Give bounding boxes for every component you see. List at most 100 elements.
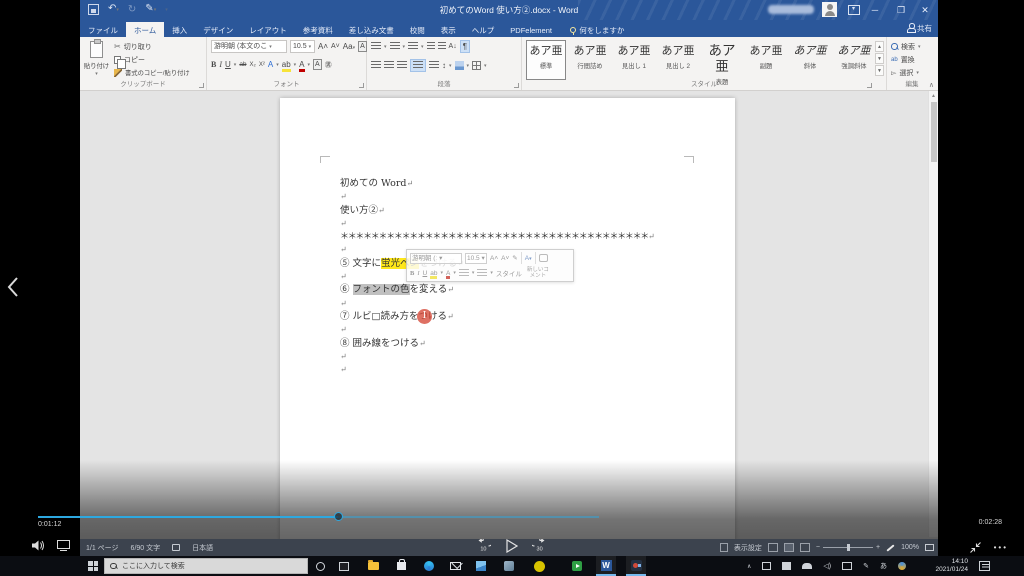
mini-numbering-icon[interactable]: [477, 268, 488, 278]
mini-new-comment-button[interactable]: 新しいコメント: [525, 267, 551, 279]
tray-onedrive-icon[interactable]: [802, 563, 813, 569]
rewind-10-icon[interactable]: 10: [476, 539, 491, 553]
borders-icon[interactable]: [472, 61, 482, 70]
start-button[interactable]: [84, 556, 102, 576]
align-left-icon[interactable]: [371, 61, 381, 70]
italic-icon[interactable]: I: [219, 60, 222, 69]
align-center-icon[interactable]: [384, 61, 394, 70]
restore-button[interactable]: ❐: [888, 0, 914, 20]
user-avatar[interactable]: [822, 2, 837, 17]
tray-ime-indicator[interactable]: あ: [880, 561, 887, 571]
font-name-select[interactable]: 游明朝 (本文のこ ▾: [211, 40, 287, 53]
align-right-icon[interactable]: [397, 61, 407, 70]
proofing-icon[interactable]: [172, 544, 181, 551]
mini-underline-icon[interactable]: U: [423, 270, 428, 277]
annotation-pencil-icon[interactable]: [886, 543, 895, 552]
font-size-select[interactable]: 10.5 ▾: [290, 40, 315, 53]
style-見出し 2[interactable]: あア亜 見出し 2: [658, 40, 698, 80]
line-spacing-icon[interactable]: ↕: [442, 61, 446, 70]
photos-button[interactable]: [472, 556, 490, 576]
tray-display-icon[interactable]: [842, 562, 853, 570]
scrollbar-thumb[interactable]: [930, 102, 937, 162]
numbering-icon[interactable]: [389, 42, 400, 51]
read-mode-icon[interactable]: [767, 543, 778, 552]
document-scrollbar[interactable]: ▲: [928, 91, 938, 537]
mini-highlight-icon[interactable]: ab: [430, 270, 438, 279]
font-color-icon[interactable]: A: [299, 60, 305, 72]
mini-font-name-select[interactable]: 游明朝 (ː ▾: [410, 252, 462, 264]
zoom-fit-icon[interactable]: [925, 544, 934, 551]
cut-button[interactable]: ✂ 切り取り: [114, 40, 152, 53]
justify-icon[interactable]: [410, 59, 426, 72]
close-button[interactable]: ✕: [912, 0, 938, 20]
cortana-button[interactable]: [312, 556, 328, 576]
document-page[interactable]: 初めての Word↵ ↵ 使い方②↵ ↵ ＊＊＊＊＊＊＊＊＊＊＊＊＊＊＊＊＊＊＊＊＊＊＊…: [280, 98, 735, 556]
back-chevron-icon[interactable]: [4, 276, 22, 298]
language-indicator[interactable]: 日本語: [192, 543, 213, 553]
style-強調斜体[interactable]: あア亜 強調斜体: [834, 40, 874, 80]
taskbar-search-input[interactable]: ここに入力して検索: [104, 558, 308, 574]
seek-handle[interactable]: [334, 511, 344, 521]
mini-font-size-select[interactable]: 10.5 ▾: [465, 252, 487, 264]
word-taskbar-button[interactable]: W: [596, 556, 616, 576]
video-frame[interactable]: ↶▾ ↻ ✎▾ ▾ 初めてのWord 使い方②.docx - Word ─ ❐ …: [80, 0, 938, 556]
grow-font-icon[interactable]: A˄: [318, 42, 328, 51]
mail-button[interactable]: [446, 556, 464, 576]
find-button[interactable]: 検索 ▾: [891, 40, 921, 53]
shading-icon[interactable]: [454, 61, 464, 70]
mini-styles-button[interactable]: スタイル: [496, 268, 522, 278]
multilevel-list-icon[interactable]: [408, 42, 419, 51]
paragraph-dialog-launcher[interactable]: [514, 83, 519, 88]
recorder-taskbar-button[interactable]: [626, 556, 646, 576]
mini-text-effects-icon[interactable]: A▾: [525, 255, 532, 262]
page-indicator[interactable]: 1/1 ページ: [86, 543, 119, 553]
styles-gallery-more-icon[interactable]: ▼: [875, 65, 884, 76]
style-標準[interactable]: あア亜 標準: [526, 40, 566, 80]
tray-volume-icon[interactable]: ◁): [823, 562, 831, 570]
tell-me-box[interactable]: 何をしますか: [570, 25, 624, 36]
web-layout-icon[interactable]: [799, 543, 810, 552]
mini-font-color-icon[interactable]: A: [445, 270, 451, 279]
store-button[interactable]: [392, 556, 410, 576]
decrease-indent-icon[interactable]: [426, 42, 435, 51]
mini-bold-icon[interactable]: B: [410, 270, 414, 277]
underline-icon[interactable]: U: [225, 60, 231, 69]
style-副題[interactable]: あア亜 副題: [746, 40, 786, 80]
mini-italic-icon[interactable]: I: [417, 270, 419, 277]
enclose-characters-icon[interactable]: ㊚: [325, 60, 332, 70]
shrink-icon[interactable]: [969, 541, 982, 554]
change-case-icon[interactable]: Aa▾: [343, 42, 355, 51]
bullets-icon[interactable]: [371, 42, 381, 51]
shrink-font-icon[interactable]: A˅: [331, 43, 340, 50]
style-斜体[interactable]: あア亜 斜体: [790, 40, 830, 80]
mini-shrink-font-icon[interactable]: A˅: [501, 255, 509, 262]
increase-indent-icon[interactable]: [437, 42, 446, 51]
share-button[interactable]: 共有: [907, 20, 932, 37]
replace-button[interactable]: ab 置換: [891, 53, 915, 66]
styles-gallery-scroll[interactable]: ▲ ▼ ▼: [875, 41, 884, 77]
styles-scroll-down-icon[interactable]: ▼: [875, 53, 884, 64]
tray-color-icon[interactable]: [898, 562, 906, 570]
highlight-color-icon[interactable]: ab: [281, 60, 291, 72]
character-border-icon[interactable]: A: [358, 41, 367, 52]
mini-grow-font-icon[interactable]: A˄: [490, 255, 498, 262]
text-effects-icon[interactable]: A: [268, 60, 273, 69]
action-center-icon[interactable]: [979, 561, 990, 571]
tray-pen-icon[interactable]: ✎: [863, 562, 869, 570]
mini-format-painter-icon[interactable]: ✎: [512, 254, 517, 262]
zoom-slider[interactable]: − +: [816, 544, 880, 551]
tray-device-icon[interactable]: [762, 562, 772, 570]
styles-dialog-launcher[interactable]: [867, 83, 872, 88]
volume-icon[interactable]: [32, 540, 45, 551]
print-layout-icon[interactable]: [783, 543, 794, 552]
copy-button[interactable]: コピー: [114, 53, 145, 69]
app-yellow-button[interactable]: [530, 556, 548, 576]
sort-icon[interactable]: A↓: [449, 43, 457, 50]
styles-scroll-up-icon[interactable]: ▲: [875, 41, 884, 52]
style-表題[interactable]: あア亜 表題: [702, 40, 742, 86]
word-count[interactable]: 6/90 文字: [131, 543, 161, 553]
bold-icon[interactable]: B: [211, 60, 216, 69]
character-shading-icon[interactable]: A: [313, 59, 322, 70]
edge-button[interactable]: [420, 556, 438, 576]
font-dialog-launcher[interactable]: [359, 83, 364, 88]
